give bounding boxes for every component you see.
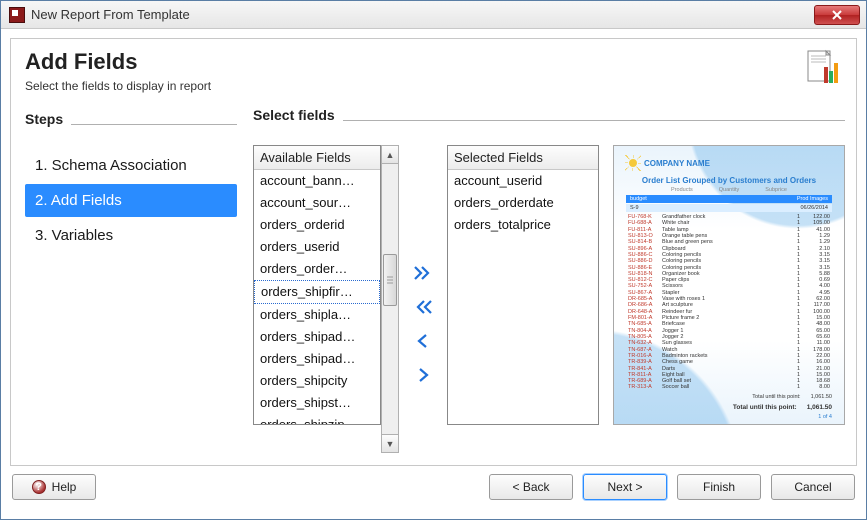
wizard-step[interactable]: 3. Variables [25,219,237,252]
available-field-row[interactable]: orders_shipcity [254,370,380,392]
preview-subtotal-value: 1,061.50 [811,394,832,400]
available-field-row[interactable]: orders_order… [254,258,380,280]
preview-data-table: FU-768-KGrandfather clock1122.00FU-688-A… [626,214,832,391]
available-field-row[interactable]: orders_shipzip [254,414,380,424]
available-fields-listbox[interactable]: Available Fields account_bann…account_so… [253,145,381,425]
window-title: New Report From Template [31,7,814,22]
available-field-row[interactable]: orders_shipad… [254,326,380,348]
available-field-row[interactable]: orders_orderid [254,214,380,236]
scroll-thumb[interactable] [383,254,397,306]
preview-page-number: 1 of 4 [626,414,832,420]
wizard-step[interactable]: 2. Add Fields [25,184,237,217]
double-chevron-right-icon [414,266,432,280]
finish-button[interactable]: Finish [677,474,761,500]
preview-sub-right: 06/26/2014 [800,205,828,211]
preview-band-left: budget [630,196,647,202]
window-close-button[interactable] [814,5,860,25]
available-field-row[interactable]: account_sour… [254,192,380,214]
cancel-button[interactable]: Cancel [771,474,855,500]
divider [71,124,237,125]
chevron-right-icon [414,368,432,382]
chevron-left-icon [414,334,432,348]
double-chevron-left-icon [414,300,432,314]
selected-field-row[interactable]: account_userid [448,170,598,192]
available-field-row[interactable]: orders_shipad… [254,348,380,370]
preview-col-header: Quantity [719,187,739,193]
select-fields-heading: Select fields [253,107,335,123]
app-icon [9,7,25,23]
selected-fields-listbox[interactable]: Selected Fields account_useridorders_ord… [447,145,599,425]
scroll-up-button[interactable]: ▲ [382,146,398,164]
page-subtitle: Select the fields to display in report [25,79,211,93]
available-fields-header: Available Fields [254,146,380,170]
available-scrollbar[interactable]: ▲ ▼ [381,145,399,453]
title-bar: New Report From Template [1,1,866,29]
available-field-row[interactable]: account_bann… [254,170,380,192]
divider [343,120,845,121]
selected-fields-header: Selected Fields [448,146,598,170]
help-label: Help [52,480,77,494]
scroll-down-button[interactable]: ▼ [382,434,398,452]
preview-company-name: COMPANY NAME [644,159,710,168]
sun-icon [626,156,640,170]
preview-total-label: Total until this point: [733,404,797,411]
remove-button[interactable] [411,330,435,352]
report-preview: COMPANY NAME Order List Grouped by Custo… [613,145,845,425]
preview-title: Order List Grouped by Customers and Orde… [626,176,832,185]
preview-col-header: Products [671,187,693,193]
wizard-step[interactable]: 1. Schema Association [25,149,237,182]
report-icon [804,49,842,90]
available-field-row[interactable]: orders_shipla… [254,304,380,326]
selected-field-row[interactable]: orders_totalprice [448,214,598,236]
add-all-button[interactable] [411,262,435,284]
scroll-track[interactable] [382,164,398,434]
wizard-panel: Add Fields Select the fields to display … [10,38,857,466]
preview-total-value: 1,061.50 [807,404,832,411]
available-field-row[interactable]: orders_shipfir… [254,280,380,304]
help-icon: ? [32,480,46,494]
preview-band-right: Prod Images [797,196,828,202]
available-field-row[interactable]: orders_shipst… [254,392,380,414]
steps-heading: Steps [25,111,63,127]
help-button[interactable]: ? Help [12,474,96,500]
preview-subtotal-label: Total until this point: [752,394,800,400]
add-button[interactable] [411,364,435,386]
remove-all-button[interactable] [411,296,435,318]
preview-data-row: TR-313-ASoccer ball18.00 [626,384,832,390]
page-title: Add Fields [25,49,211,75]
preview-sub-left: S-9 [630,205,639,211]
close-icon [831,9,843,21]
available-field-row[interactable]: orders_userid [254,236,380,258]
back-button[interactable]: < Back [489,474,573,500]
next-button[interactable]: Next > [583,474,667,500]
preview-col-header: Subprice [765,187,787,193]
selected-field-row[interactable]: orders_orderdate [448,192,598,214]
